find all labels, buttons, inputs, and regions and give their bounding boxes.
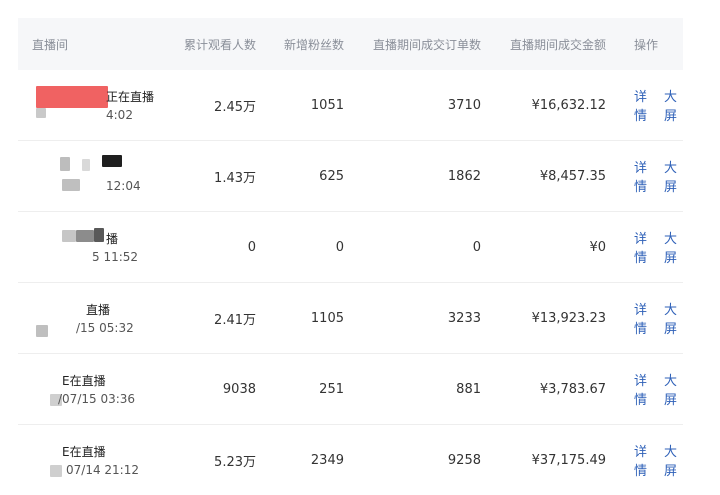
views-value: 2.45万 [214, 99, 256, 115]
redacted-block [60, 157, 70, 171]
live-start-time: 07/14 21:12 [66, 463, 139, 477]
redacted-block [36, 325, 48, 337]
col-actions: 操作 [634, 37, 659, 52]
actions-cell: 详情 大屏 [634, 212, 694, 282]
col-live-room: 直播间 [32, 37, 69, 52]
actions-cell: 详情 大屏 [634, 141, 694, 211]
actions-cell: 详情 大屏 [634, 70, 694, 140]
live-room-cell[interactable]: 直播 /15 05:32 [32, 283, 182, 353]
actions-cell: 详情 大屏 [634, 354, 694, 424]
live-room-cell[interactable]: 12:04 [32, 141, 182, 211]
redacted-block [102, 155, 122, 167]
live-start-time: /07/15 03:36 [58, 392, 136, 406]
table-row: 直播 /15 05:32 2.41万 1105 3233 ¥13,923.23 … [18, 283, 683, 354]
views-value: 5.23万 [214, 454, 256, 470]
col-new-fans: 新增粉丝数 [283, 37, 344, 52]
live-status: 直播 [86, 303, 111, 317]
thumbnail-redacted [36, 86, 108, 108]
redacted-block [62, 179, 80, 191]
table-row: E在直播 /07/15 03:36 9038 251 881 ¥3,783.67… [18, 354, 683, 425]
live-start-time: 4:02 [106, 108, 133, 122]
redacted-block [94, 228, 104, 242]
detail-link[interactable]: 详情 [634, 370, 650, 408]
views-value: 0 [247, 239, 256, 255]
redacted-block [50, 465, 62, 477]
live-room-cell[interactable]: E在直播 07/14 21:12 [32, 425, 182, 495]
orders-value: 3233 [447, 310, 481, 326]
new-fans-value: 625 [319, 168, 344, 184]
col-views: 累计观看人数 [183, 37, 256, 52]
live-status: E在直播 [62, 374, 106, 388]
table-row: 正在直播 4:02 2.45万 1051 3710 ¥16,632.12 详情 … [18, 70, 683, 141]
views-value: 2.41万 [214, 312, 256, 328]
redacted-block [76, 230, 94, 242]
orders-value: 1862 [447, 168, 481, 184]
new-fans-value: 251 [319, 381, 344, 397]
views-value: 1.43万 [214, 170, 256, 186]
live-sessions-table: 直播间 累计观看人数 新增粉丝数 直播期间成交订单数 直播期间成交金额 操作 正… [18, 18, 683, 495]
amount-value: ¥37,175.49 [531, 452, 606, 468]
table-row: E在直播 07/14 21:12 5.23万 2349 9258 ¥37,175… [18, 425, 683, 495]
actions-cell: 详情 大屏 [634, 283, 694, 353]
live-room-cell[interactable]: 播 5 11:52 [32, 212, 182, 282]
orders-value: 3710 [447, 97, 481, 113]
detail-link[interactable]: 详情 [634, 228, 650, 266]
table-row: 播 5 11:52 0 0 0 ¥0 详情 大屏 [18, 212, 683, 283]
live-start-time: 5 11:52 [92, 250, 139, 264]
new-fans-value: 0 [335, 239, 344, 255]
detail-link[interactable]: 详情 [634, 157, 650, 195]
bigscreen-link[interactable]: 大屏 [664, 86, 680, 124]
live-start-time: /15 05:32 [76, 321, 134, 335]
actions-cell: 详情 大屏 [634, 425, 694, 495]
bigscreen-link[interactable]: 大屏 [664, 370, 680, 408]
new-fans-value: 2349 [310, 452, 344, 468]
table-header: 直播间 累计观看人数 新增粉丝数 直播期间成交订单数 直播期间成交金额 操作 [18, 18, 683, 70]
live-status: 播 [106, 232, 119, 246]
redacted-block [82, 159, 90, 171]
new-fans-value: 1051 [310, 97, 344, 113]
redacted-block [62, 230, 76, 242]
bigscreen-link[interactable]: 大屏 [664, 299, 680, 337]
views-value: 9038 [222, 381, 256, 397]
bigscreen-link[interactable]: 大屏 [664, 228, 680, 266]
amount-value: ¥16,632.12 [531, 97, 606, 113]
orders-value: 9258 [447, 452, 481, 468]
bigscreen-link[interactable]: 大屏 [664, 441, 680, 479]
live-status: 正在直播 [106, 90, 155, 104]
live-room-cell[interactable]: E在直播 /07/15 03:36 [32, 354, 182, 424]
amount-value: ¥3,783.67 [539, 381, 606, 397]
redacted-block [36, 108, 46, 118]
col-orders: 直播期间成交订单数 [372, 37, 481, 52]
table-row: 12:04 1.43万 625 1862 ¥8,457.35 详情 大屏 [18, 141, 683, 212]
orders-value: 0 [472, 239, 481, 255]
live-start-time: 12:04 [106, 179, 141, 193]
detail-link[interactable]: 详情 [634, 86, 650, 124]
bigscreen-link[interactable]: 大屏 [664, 157, 680, 195]
detail-link[interactable]: 详情 [634, 441, 650, 479]
live-room-cell[interactable]: 正在直播 4:02 [32, 70, 182, 140]
amount-value: ¥8,457.35 [539, 168, 606, 184]
orders-value: 881 [456, 381, 481, 397]
col-amount: 直播期间成交金额 [509, 37, 606, 52]
live-status: E在直播 [62, 445, 106, 459]
detail-link[interactable]: 详情 [634, 299, 650, 337]
amount-value: ¥0 [589, 239, 606, 255]
amount-value: ¥13,923.23 [531, 310, 606, 326]
new-fans-value: 1105 [310, 310, 344, 326]
